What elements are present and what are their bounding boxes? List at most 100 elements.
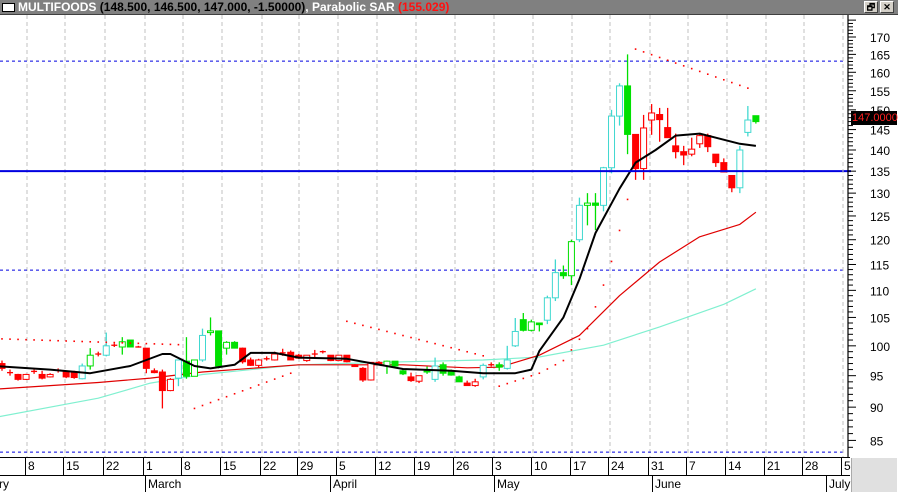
price-axis-label: 85	[870, 434, 884, 448]
sar-dot	[570, 349, 573, 351]
candle	[190, 359, 198, 377]
price-axis-label: 135	[870, 165, 890, 179]
sar-dot	[698, 70, 701, 73]
axis-corner	[851, 458, 897, 492]
sar-dot	[169, 343, 172, 346]
sar-dot	[739, 84, 741, 87]
candle-body	[672, 145, 680, 153]
restore-button[interactable]: 🗗	[864, 1, 878, 13]
close-button[interactable]: ✕	[880, 1, 894, 13]
candle-body	[591, 202, 599, 206]
candle	[680, 145, 688, 166]
month-axis: February March April May June July	[0, 476, 850, 492]
sar-dot	[249, 387, 252, 389]
sar-dot	[658, 56, 661, 59]
sar-dot	[394, 332, 396, 335]
date-label: 22	[103, 458, 119, 475]
sar-dot	[1, 338, 3, 340]
candle-body	[199, 334, 206, 361]
candle-body	[479, 364, 487, 378]
sar-dot	[410, 336, 412, 339]
candle-body	[696, 135, 704, 145]
indicator-value: (155.029)	[398, 0, 450, 14]
price-chart: 1701651601551501451401351301251201151101…	[0, 15, 890, 457]
candle	[199, 328, 206, 362]
candle	[22, 373, 30, 380]
sar-dot	[682, 65, 685, 67]
candle-body	[511, 330, 519, 347]
candle	[527, 319, 535, 332]
window-icon	[2, 3, 15, 12]
candle-body	[399, 370, 407, 375]
candle-body	[624, 85, 632, 135]
symbol-name: MULTIFOODS	[18, 0, 97, 14]
date-label: 22	[260, 458, 276, 475]
candle	[407, 372, 415, 382]
moving-average-short	[0, 132, 757, 375]
candle-body	[543, 297, 551, 321]
candle-body	[207, 330, 215, 334]
candle	[519, 313, 527, 332]
candle	[415, 375, 423, 384]
candle	[31, 369, 38, 374]
sar-dot	[578, 338, 581, 341]
date-label: 3	[492, 458, 502, 475]
candle	[359, 367, 367, 382]
candle	[583, 193, 591, 226]
sar-dot	[474, 352, 476, 355]
sar-dot	[434, 342, 436, 345]
date-label: 15	[63, 458, 79, 475]
price-axis-label: 165	[870, 48, 890, 62]
candle	[215, 330, 223, 369]
sar-dot	[209, 401, 212, 404]
title-separator: ,	[305, 0, 309, 14]
candle-body	[495, 364, 503, 368]
candle-body	[551, 272, 559, 299]
candle-body	[407, 376, 415, 382]
price-axis-label: 115	[870, 258, 889, 272]
candle	[511, 317, 519, 347]
candle-body	[223, 341, 231, 349]
candle	[495, 362, 503, 371]
candle-body	[447, 371, 455, 376]
candle	[559, 265, 567, 279]
candle-body	[166, 378, 174, 392]
price-axis-label: 145	[870, 124, 890, 138]
date-label: 31	[648, 458, 664, 475]
sar-dot	[161, 343, 164, 345]
candle	[503, 345, 511, 370]
candle-body	[255, 359, 263, 366]
sar-dot	[731, 81, 733, 84]
candle-body	[503, 359, 511, 369]
candle-body	[14, 373, 22, 380]
candle	[118, 337, 126, 355]
candle	[255, 358, 263, 368]
sar-dot	[354, 322, 356, 325]
sar-dot	[554, 363, 557, 366]
sar-dot	[450, 346, 452, 349]
month-label: March	[145, 476, 181, 492]
price-axis-label: 160	[870, 66, 890, 80]
candle-body	[46, 373, 54, 378]
sar-dot	[482, 355, 484, 357]
candle-body	[744, 119, 752, 133]
candle	[86, 348, 94, 370]
candle	[656, 107, 664, 142]
candle	[231, 341, 239, 349]
sar-dot	[17, 338, 19, 341]
candle	[640, 114, 648, 180]
date-label: 26	[453, 458, 469, 475]
candle	[182, 337, 190, 379]
candle-body	[174, 359, 182, 379]
sar-dot	[562, 359, 565, 362]
sar-dot	[362, 324, 364, 327]
sar-dot	[594, 306, 597, 308]
date-label: 17	[570, 458, 586, 475]
candle	[488, 362, 495, 367]
price-axis-label: 110	[870, 284, 889, 298]
candle	[166, 378, 174, 392]
candle	[14, 373, 22, 381]
sar-dot	[233, 392, 236, 395]
candle-body	[583, 202, 591, 206]
date-label: 19	[414, 458, 430, 475]
